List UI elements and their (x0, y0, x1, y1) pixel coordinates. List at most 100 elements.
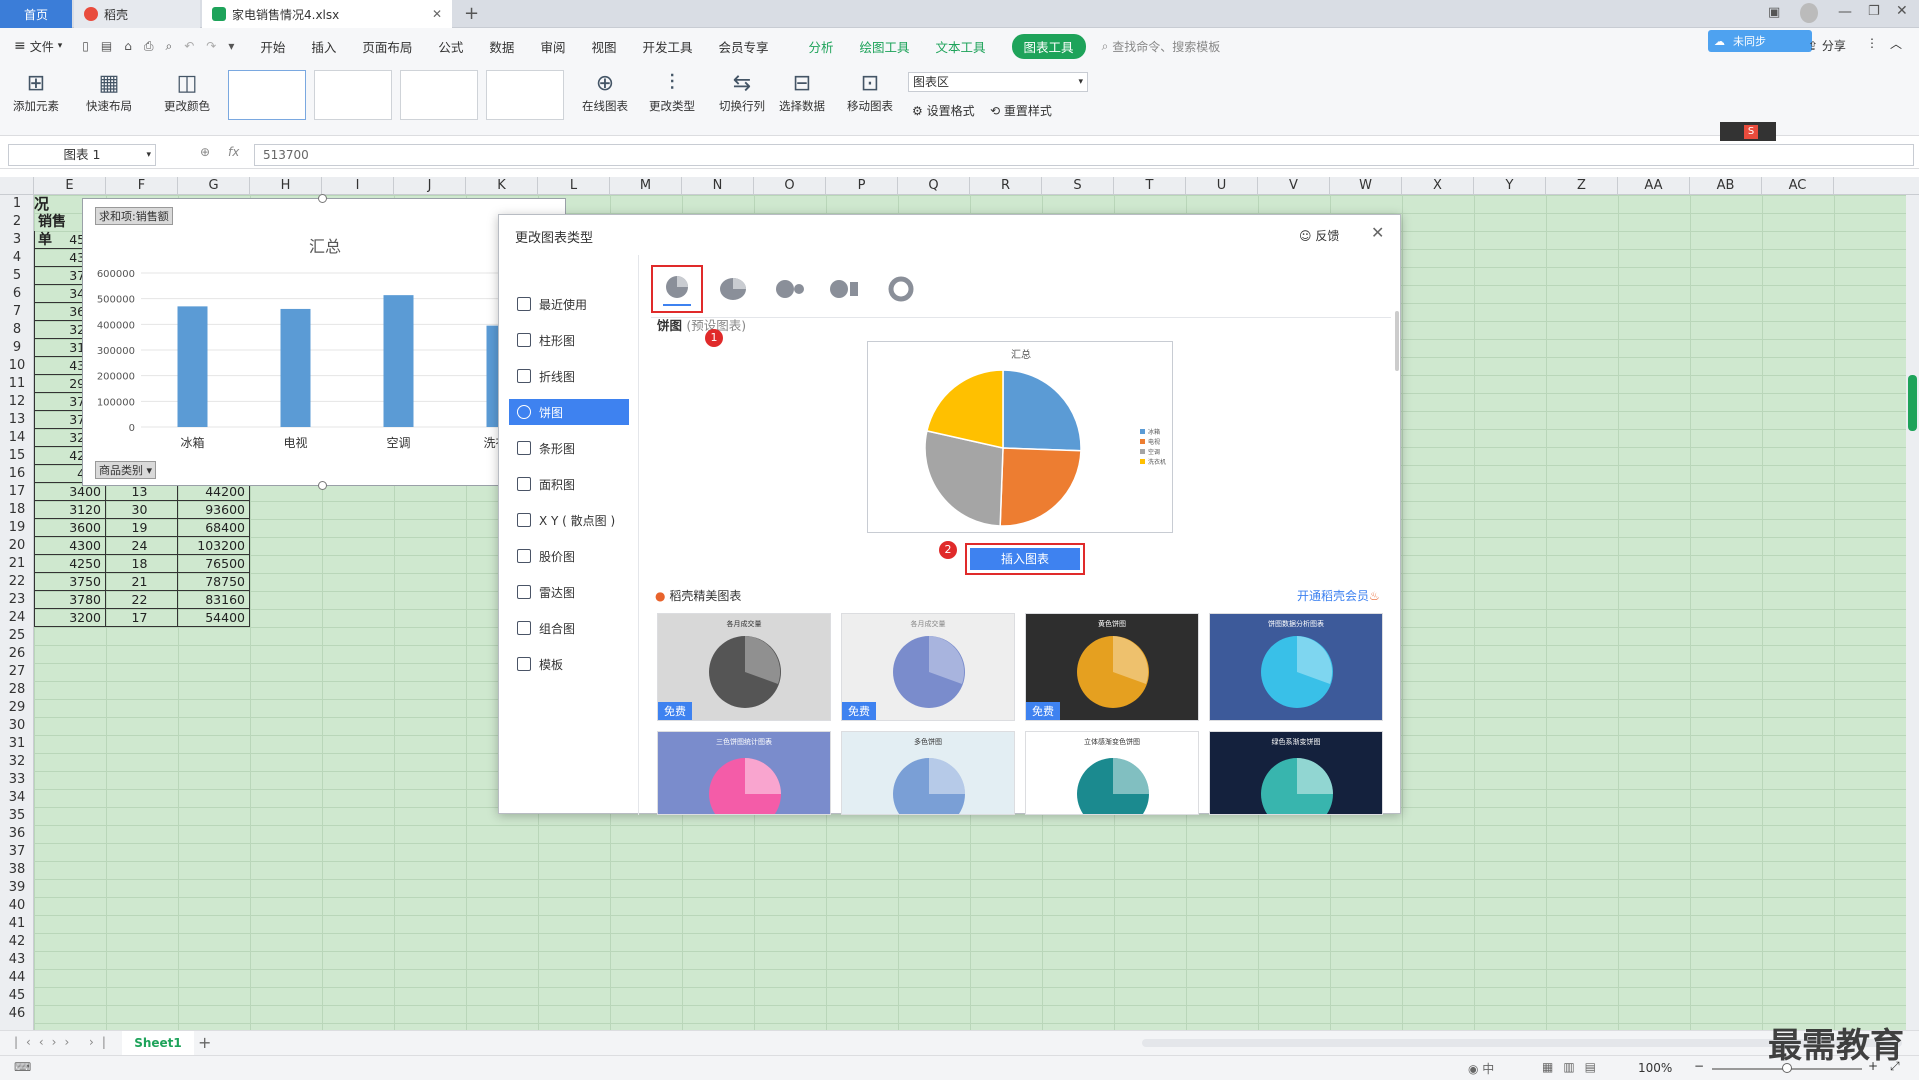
sheet-nav-icons[interactable]: |‹‹›› ›| (14, 1035, 114, 1049)
sheet-tab-sheet1[interactable]: Sheet1 (122, 1031, 194, 1055)
column-header-cell[interactable]: Q (898, 177, 970, 194)
dialog-scrollbar[interactable] (1395, 311, 1399, 371)
name-box[interactable]: 图表 1 ▾ (8, 144, 156, 166)
chart-style-thumb-1[interactable] (228, 70, 306, 120)
menu-text-tools[interactable]: 文本工具 (936, 37, 986, 56)
template-tile[interactable]: 饼图数据分析图表 (1209, 613, 1383, 721)
column-header-cell[interactable]: E (34, 177, 106, 194)
bar[interactable] (177, 306, 208, 427)
zoom-out-icon[interactable]: − (1694, 1059, 1704, 1073)
row-header-cell[interactable]: 45 (0, 987, 34, 1005)
menu-home[interactable]: 开始 (260, 37, 285, 56)
cell-qty[interactable]: 22 (106, 591, 178, 609)
cell-price[interactable]: 3750 (34, 573, 106, 591)
row-header-cell[interactable]: 1 (0, 195, 34, 213)
menu-review[interactable]: 审阅 (540, 37, 565, 56)
chart-style-thumb-4[interactable] (486, 70, 564, 120)
row-header-cell[interactable]: 37 (0, 843, 34, 861)
row-header-cell[interactable]: 15 (0, 447, 34, 465)
close-tab-icon[interactable]: ✕ (432, 7, 442, 21)
row-header-cell[interactable]: 36 (0, 825, 34, 843)
row-header-cell[interactable]: 19 (0, 519, 34, 537)
resize-handle-bottom[interactable] (318, 481, 327, 490)
bar[interactable] (280, 308, 311, 427)
online-chart-button[interactable]: ⊕ 在线图表 (576, 70, 634, 114)
close-dialog-icon[interactable]: ✕ (1371, 223, 1384, 242)
row-header-cell[interactable]: 6 (0, 285, 34, 303)
cell-price[interactable]: 4300 (34, 537, 106, 555)
cell-price[interactable]: 3200 (34, 609, 106, 627)
column-header-cell[interactable]: W (1330, 177, 1402, 194)
cell-qty[interactable]: 21 (106, 573, 178, 591)
switch-row-col-button[interactable]: ⇆ 切换行列 (714, 70, 770, 114)
macro-icon[interactable]: ⌨ (14, 1060, 31, 1074)
column-header-cell[interactable]: U (1186, 177, 1258, 194)
row-header-cell[interactable]: 41 (0, 915, 34, 933)
nav-item-5[interactable]: 面积图 (509, 471, 629, 497)
row-header-cell[interactable]: 9 (0, 339, 34, 357)
column-header-cell[interactable]: F (106, 177, 178, 194)
zoom-formula-icon[interactable]: ⊕ (200, 145, 210, 159)
resize-handle-top[interactable] (318, 194, 327, 203)
more-icon[interactable]: ▾ (228, 39, 234, 54)
column-header-cell[interactable]: L (538, 177, 610, 194)
row-header-cell[interactable]: 21 (0, 555, 34, 573)
template-tile[interactable]: 绿色系渐变饼图 (1209, 731, 1383, 815)
cell-sales[interactable]: 83160 (178, 591, 250, 609)
pie-subtype-highlight[interactable] (651, 265, 703, 313)
column-header-cell[interactable]: X (1402, 177, 1474, 194)
column-header-cell[interactable]: AC (1762, 177, 1834, 194)
row-header-cell[interactable]: 40 (0, 897, 34, 915)
row-header-cell[interactable]: 17 (0, 483, 34, 501)
row-header-cell[interactable]: 14 (0, 429, 34, 447)
scroll-thumb[interactable] (1908, 375, 1917, 431)
avatar[interactable] (1800, 3, 1818, 23)
cell-qty[interactable]: 17 (106, 609, 178, 627)
row-header-cell[interactable]: 26 (0, 645, 34, 663)
column-header-cell[interactable]: R (970, 177, 1042, 194)
print-preview-icon[interactable]: ⌕ (165, 39, 172, 54)
column-header-cell[interactable]: P (826, 177, 898, 194)
menu-insert[interactable]: 插入 (311, 37, 336, 56)
tab-home[interactable]: 首页 (0, 0, 72, 28)
row-header-cell[interactable]: 2 (0, 213, 34, 231)
row-header-cell[interactable]: 24 (0, 609, 34, 627)
row-header-cell[interactable]: 8 (0, 321, 34, 339)
new-tab-icon[interactable]: + (464, 3, 479, 24)
menu-developer[interactable]: 开发工具 (642, 37, 692, 56)
row-header-cell[interactable]: 43 (0, 951, 34, 969)
column-header-cell[interactable]: J (394, 177, 466, 194)
command-search[interactable]: ⌕ 查找命令、搜索模板 (1102, 38, 1221, 55)
undo-icon[interactable]: ↶ (184, 39, 194, 54)
menu-analysis[interactable]: 分析 (809, 37, 834, 56)
save-icon[interactable]: ▤ (101, 39, 112, 54)
column-header-cell[interactable]: I (322, 177, 394, 194)
feedback-button[interactable]: ☺ 反馈 (1299, 227, 1339, 244)
cell-sales[interactable]: 78750 (178, 573, 250, 591)
nav-item-6[interactable]: X Y ( 散点图 ) (509, 507, 629, 533)
nav-item-0[interactable]: 最近使用 (509, 291, 629, 317)
template-tile[interactable]: 立体感渐变色饼图 (1025, 731, 1199, 815)
row-header-cell[interactable]: 10 (0, 357, 34, 375)
nav-item-10[interactable]: 模板 (509, 651, 629, 677)
minimize-icon[interactable]: — (1838, 4, 1852, 20)
doughnut-subtype-icon[interactable] (883, 271, 919, 307)
file-menu[interactable]: ≡ 文件 ▾ (14, 38, 62, 55)
chart-element-select[interactable]: 图表区 ▾ (908, 72, 1088, 92)
pie-of-pie-subtype-icon[interactable] (771, 271, 807, 307)
cell-qty[interactable]: 30 (106, 501, 178, 519)
cell-qty[interactable]: 24 (106, 537, 178, 555)
cell-price[interactable]: 4250 (34, 555, 106, 573)
add-sheet-icon[interactable]: + (198, 1033, 211, 1052)
column-header-cell[interactable]: K (466, 177, 538, 194)
row-header-cell[interactable]: 7 (0, 303, 34, 321)
tab-docer[interactable]: 稻壳 (74, 0, 200, 28)
row-header-cell[interactable]: 46 (0, 1005, 34, 1023)
collapse-ribbon-icon[interactable]: ︿ (1890, 35, 1902, 52)
row-header-cell[interactable]: 29 (0, 699, 34, 717)
new-doc-icon[interactable]: ▯ (82, 39, 89, 54)
cell-sales[interactable]: 93600 (178, 501, 250, 519)
formula-input[interactable]: 513700 (254, 144, 1914, 166)
zoom-slider[interactable] (1712, 1063, 1862, 1073)
window-mode-icon[interactable]: ▣ (1768, 5, 1780, 20)
